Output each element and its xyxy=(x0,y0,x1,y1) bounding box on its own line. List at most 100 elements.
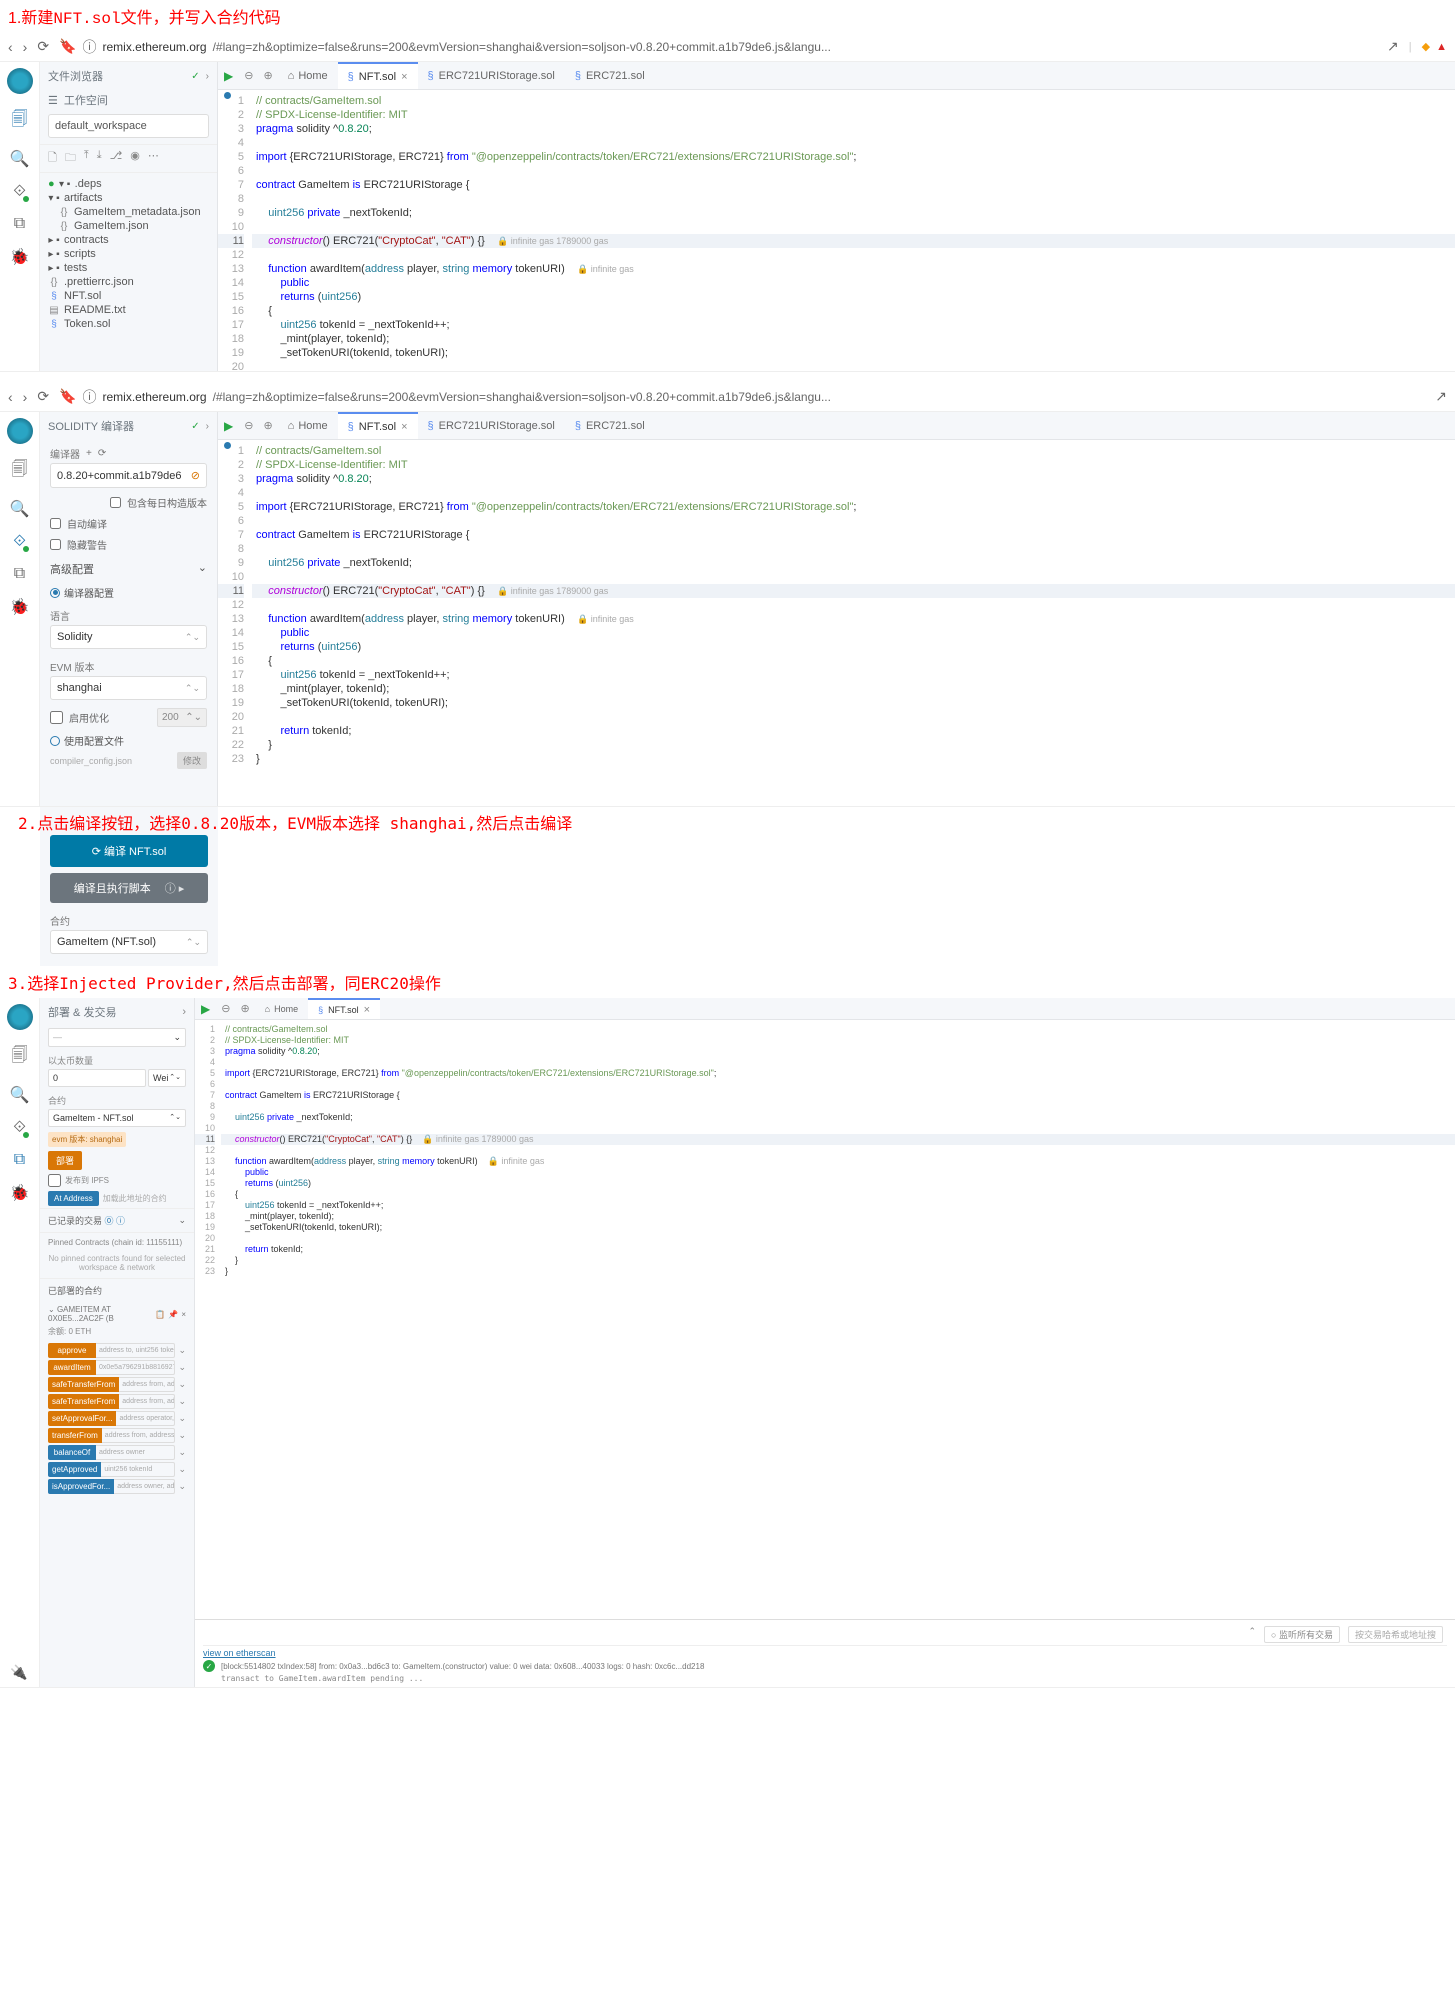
fn-button[interactable]: safeTransferFrom xyxy=(48,1377,119,1392)
add-icon[interactable]: + xyxy=(86,448,92,459)
tree-item-contracts[interactable]: ▸ ▪contracts xyxy=(44,233,213,247)
fn-input[interactable]: 0x0e5a796291b881692757 xyxy=(96,1360,175,1375)
terminal-search[interactable]: 按交易哈希或地址搜 xyxy=(1348,1626,1443,1643)
tree-item-GameItem_metadata.json[interactable]: {}GameItem_metadata.json xyxy=(44,205,213,219)
fn-input[interactable]: uint256 tokenId xyxy=(101,1462,175,1477)
url-bar[interactable]: 🔖 ⓘ remix.ethereum.org/#lang=zh&optimize… xyxy=(59,37,1377,57)
zoom-out-icon[interactable]: ⊖ xyxy=(239,69,258,82)
fn-awardItem[interactable]: awardItem0x0e5a796291b881692757⌄ xyxy=(48,1360,186,1375)
compiler-config-radio[interactable] xyxy=(50,588,60,598)
tree-item-GameItem.json[interactable]: {}GameItem.json xyxy=(44,219,213,233)
ext-icon-2[interactable]: ▲ xyxy=(1436,41,1447,53)
fn-safeTransferFrom[interactable]: safeTransferFromaddress from, address to… xyxy=(48,1377,186,1392)
delete-icon[interactable]: × xyxy=(181,1310,186,1319)
fn-balanceOf[interactable]: balanceOfaddress owner⌄ xyxy=(48,1445,186,1460)
deploy-icon[interactable]: ⧉ xyxy=(14,215,25,233)
language-select[interactable]: Solidity⌃⌄ xyxy=(50,625,207,649)
fn-input[interactable]: address from, address to, uin xyxy=(119,1377,175,1392)
copy-icon[interactable]: 📋 xyxy=(155,1310,165,1319)
tab-erc721[interactable]: §ERC721.sol xyxy=(565,62,655,89)
deploy-contract-select[interactable]: GameItem - NFT.sol⌃⌄ xyxy=(48,1109,186,1127)
compiler-icon-active[interactable]: ⟐ xyxy=(13,533,26,551)
run-icon[interactable]: ▶ xyxy=(218,69,239,83)
compiler-icon[interactable]: ⟐ xyxy=(13,183,26,201)
refresh-icon[interactable]: ⟳ xyxy=(98,448,106,459)
compiler-version-select[interactable]: 0.8.20+commit.a1b79de6⊘ xyxy=(50,463,207,488)
hide-warnings-checkbox[interactable] xyxy=(50,539,61,550)
file-explorer-icon[interactable]: 🗐 xyxy=(12,108,28,135)
chevron-down-icon[interactable]: ⌄ xyxy=(175,1481,186,1492)
upload-folder-icon[interactable]: ⤓ xyxy=(97,149,102,168)
runs-input[interactable]: 200⌃⌄ xyxy=(157,708,207,727)
fn-input[interactable]: address from, address to, uin xyxy=(102,1428,176,1443)
chevron-right-icon[interactable]: › xyxy=(206,71,209,82)
fn-input[interactable]: address to, uint256 tokenId xyxy=(96,1343,175,1358)
chevron-down-icon[interactable]: ⌄ xyxy=(175,1362,186,1373)
compile-button[interactable]: ⟳ 编译 NFT.sol xyxy=(50,835,208,867)
fn-safeTransferFrom[interactable]: safeTransferFromaddress from, address to… xyxy=(48,1394,186,1409)
upload-icon[interactable]: ⤒ xyxy=(84,149,89,168)
workspace-select[interactable]: default_workspace xyxy=(48,114,209,138)
value-input[interactable]: 0 xyxy=(48,1069,146,1087)
fn-input[interactable]: address owner, address opera xyxy=(114,1479,175,1494)
at-address-button[interactable]: At Address xyxy=(48,1191,99,1206)
contract-select[interactable]: GameItem (NFT.sol)⌃⌄ xyxy=(50,930,208,954)
chevron-down-icon[interactable]: ⌄ xyxy=(175,1413,186,1424)
tree-item-NFT.sol[interactable]: §NFT.sol xyxy=(44,289,213,303)
etherscan-link[interactable]: view on etherscan xyxy=(203,1648,276,1658)
tree-item-.deps[interactable]: ● ▾ ▪.deps xyxy=(44,177,213,191)
debug-icon[interactable]: 🐞 xyxy=(10,247,30,267)
fn-isApprovedFor...[interactable]: isApprovedFor...address owner, address o… xyxy=(48,1479,186,1494)
pin-icon[interactable]: 📌 xyxy=(168,1310,178,1319)
ext-icon-1[interactable]: ◆ xyxy=(1422,40,1430,53)
fn-setApprovalFor...[interactable]: setApprovalFor...address operator, bool … xyxy=(48,1411,186,1426)
tree-item-README.txt[interactable]: ▤README.txt xyxy=(44,303,213,317)
tree-item-Token.sol[interactable]: §Token.sol xyxy=(44,317,213,331)
fn-button[interactable]: safeTransferFrom xyxy=(48,1394,119,1409)
chevron-down-icon[interactable]: ⌄ xyxy=(175,1430,186,1441)
use-config-radio[interactable] xyxy=(50,736,60,746)
site-info-icon[interactable]: ⓘ xyxy=(83,37,97,57)
tree-item-.prettierrc.json[interactable]: {}.prettierrc.json xyxy=(44,275,213,289)
terminal-toggle-icon[interactable]: ⌃ xyxy=(1248,1626,1256,1643)
listen-toggle[interactable]: ○ 监听所有交易 xyxy=(1264,1626,1340,1643)
advanced-config-toggle[interactable]: 高级配置⌄ xyxy=(40,555,217,583)
back-icon[interactable]: ‹ xyxy=(8,39,13,55)
hamburger-icon[interactable]: ☰ xyxy=(48,94,58,107)
zoom-in-icon[interactable]: ⊕ xyxy=(258,69,277,82)
plugin-icon[interactable]: 🔌 xyxy=(10,1664,27,1681)
fn-button[interactable]: awardItem xyxy=(48,1360,96,1375)
deploy-button[interactable]: 部署 xyxy=(48,1151,82,1170)
fn-input[interactable]: address from, address to, uin xyxy=(119,1394,175,1409)
fn-input[interactable]: address owner xyxy=(96,1445,175,1460)
share-icon[interactable]: ↗ xyxy=(1387,38,1399,55)
code-editor[interactable]: 1234567891011121314151617181920212223 //… xyxy=(218,90,1455,371)
optimize-checkbox[interactable] xyxy=(50,711,63,724)
git-icon[interactable]: ⎇ xyxy=(110,149,123,168)
reload-icon[interactable]: ⟳ xyxy=(37,38,49,55)
more-icon[interactable]: ⋯ xyxy=(148,149,159,168)
new-file-icon[interactable]: 🗋 xyxy=(48,149,57,168)
nightly-checkbox[interactable] xyxy=(110,497,121,508)
recorded-tx-header[interactable]: 已记录的交易 ⓪ ⓘ⌄ xyxy=(40,1208,194,1232)
forward-icon[interactable]: › xyxy=(23,39,28,55)
fn-button[interactable]: isApprovedFor... xyxy=(48,1479,114,1494)
tab-nft[interactable]: §NFT.sol× xyxy=(338,62,418,89)
chevron-down-icon[interactable]: ⌄ xyxy=(175,1345,186,1356)
chevron-down-icon[interactable]: ⌄ xyxy=(175,1464,186,1475)
fn-button[interactable]: approve xyxy=(48,1343,96,1358)
fn-getApproved[interactable]: getApproveduint256 tokenId⌄ xyxy=(48,1462,186,1477)
publish-ipfs-checkbox[interactable] xyxy=(48,1174,61,1187)
fn-button[interactable]: transferFrom xyxy=(48,1428,102,1443)
tree-item-tests[interactable]: ▸ ▪tests xyxy=(44,261,213,275)
fn-transferFrom[interactable]: transferFromaddress from, address to, ui… xyxy=(48,1428,186,1443)
edit-config-button[interactable]: 修改 xyxy=(177,752,207,769)
auto-compile-checkbox[interactable] xyxy=(50,518,61,529)
fn-button[interactable]: balanceOf xyxy=(48,1445,96,1460)
compile-and-run-button[interactable]: 编译且执行脚本ⓘ ▸ xyxy=(50,873,208,903)
tab-erc721storage[interactable]: §ERC721URIStorage.sol xyxy=(418,62,565,89)
fn-approve[interactable]: approveaddress to, uint256 tokenId⌄ xyxy=(48,1343,186,1358)
github-icon[interactable]: ◉ xyxy=(130,149,140,168)
tree-item-artifacts[interactable]: ▾ ▪artifacts xyxy=(44,191,213,205)
search-icon[interactable]: 🔍 xyxy=(10,149,30,169)
